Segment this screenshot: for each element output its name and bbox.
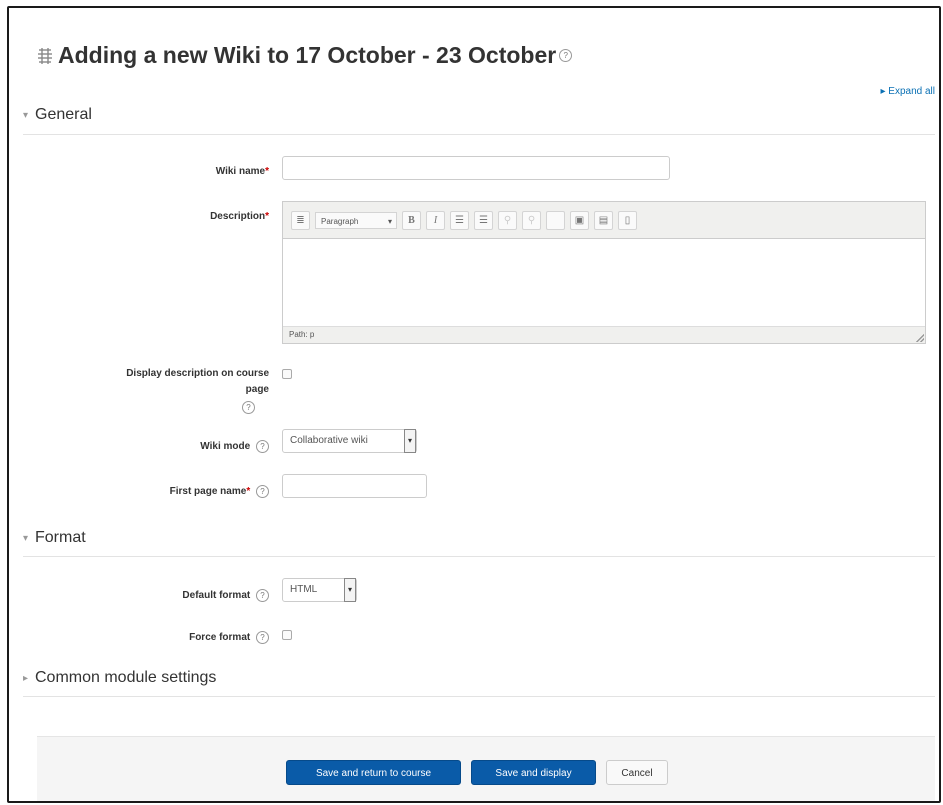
display-description-label-line1: Display description on course [126,368,269,379]
section-format-label: Format [35,529,86,546]
wiki-mode-select[interactable]: Collaborative wiki ▾ [282,429,417,453]
editor-path-text: Path: p [289,330,315,339]
chevron-down-icon: ▾ [404,429,416,453]
link-icon[interactable]: ⚲ [498,210,517,230]
default-format-select[interactable]: HTML ▾ [282,578,357,602]
wiki-mode-label: Wiki mode ? [89,440,269,453]
help-icon[interactable]: ? [256,485,269,498]
required-marker: * [246,486,251,497]
resize-grip-icon[interactable] [916,334,924,342]
wiki-name-input[interactable] [282,156,670,180]
chevron-right-icon: ▸ [23,672,29,684]
default-format-label: Default format ? [89,589,269,602]
ordered-list-icon[interactable]: ☰ [474,210,493,230]
default-format-value: HTML [290,584,318,595]
unordered-list-icon[interactable]: ☰ [450,210,469,230]
wiki-module-icon [38,47,52,64]
first-page-name-label-text: First page name [169,486,247,497]
required-marker: * [265,166,269,177]
section-common-header[interactable]: ▸ Common module settings [23,669,216,687]
divider [23,696,935,697]
default-format-label-text: Default format [182,590,251,601]
required-marker: * [265,211,269,222]
save-display-button[interactable]: Save and display [471,760,596,785]
page-title-text: Adding a new Wiki to 17 October - 23 Oct… [58,42,557,68]
wiki-name-label: Wiki name* [89,166,269,177]
help-icon[interactable]: ? [242,401,255,414]
bold-icon[interactable]: B [402,210,421,230]
unlink-icon[interactable]: ⚲ [522,210,541,230]
first-page-name-input[interactable] [282,474,427,498]
chevron-down-icon: ▾ [387,216,392,226]
paragraph-format-select[interactable]: Paragraph ▾ [315,211,397,229]
chevron-down-icon: ▾ [23,109,29,121]
force-format-label-text: Force format [189,632,251,643]
save-return-button[interactable]: Save and return to course [286,760,461,785]
wiki-mode-value: Collaborative wiki [290,435,368,446]
display-description-checkbox[interactable] [282,369,292,379]
help-icon[interactable]: ? [256,589,269,602]
description-label-text: Description [210,211,266,222]
page-title: Adding a new Wiki to 17 October - 23 Oct… [35,42,573,69]
section-general-header[interactable]: ▾ General [23,106,92,124]
section-general-label: General [35,106,92,123]
divider [23,556,935,557]
section-common-label: Common module settings [35,669,217,686]
help-icon[interactable]: ? [256,631,269,644]
display-description-label: Display description on course page ? [39,366,269,416]
chevron-down-icon: ▾ [344,578,356,602]
blank-icon [546,210,565,230]
editor-toolbar: ≣ Paragraph ▾ B I ☰ ☰ ⚲ ⚲ ▣ ▤ ▯ [283,202,925,239]
section-format-header[interactable]: ▾ Format [23,529,86,547]
cancel-button[interactable]: Cancel [606,760,668,785]
italic-icon[interactable]: I [426,210,445,230]
manage-files-icon[interactable]: ▯ [618,210,637,230]
description-editor[interactable]: ≣ Paragraph ▾ B I ☰ ☰ ⚲ ⚲ ▣ ▤ ▯ Path: p [282,201,926,344]
editor-path-bar: Path: p [283,326,925,343]
media-icon[interactable]: ▤ [594,210,613,230]
page-frame: Adding a new Wiki to 17 October - 23 Oct… [7,6,941,803]
description-label: Description* [89,211,269,222]
divider [23,134,935,135]
chevron-down-icon: ▾ [23,532,29,544]
form-footer: Save and return to course Save and displ… [37,736,935,801]
toolbar-toggle-icon[interactable]: ≣ [291,210,310,230]
help-icon[interactable]: ? [559,49,573,62]
wiki-mode-label-text: Wiki mode [200,441,251,452]
first-page-name-label: First page name* ? [69,485,269,498]
display-description-label-line2: page [245,384,269,395]
wiki-name-label-text: Wiki name [215,166,266,177]
image-icon[interactable]: ▣ [570,210,589,230]
paragraph-format-value: Paragraph [321,216,359,226]
expand-all-link[interactable]: ▸ Expand all [881,86,936,97]
force-format-label: Force format ? [89,631,269,644]
help-icon[interactable]: ? [256,440,269,453]
force-format-checkbox[interactable] [282,630,292,640]
